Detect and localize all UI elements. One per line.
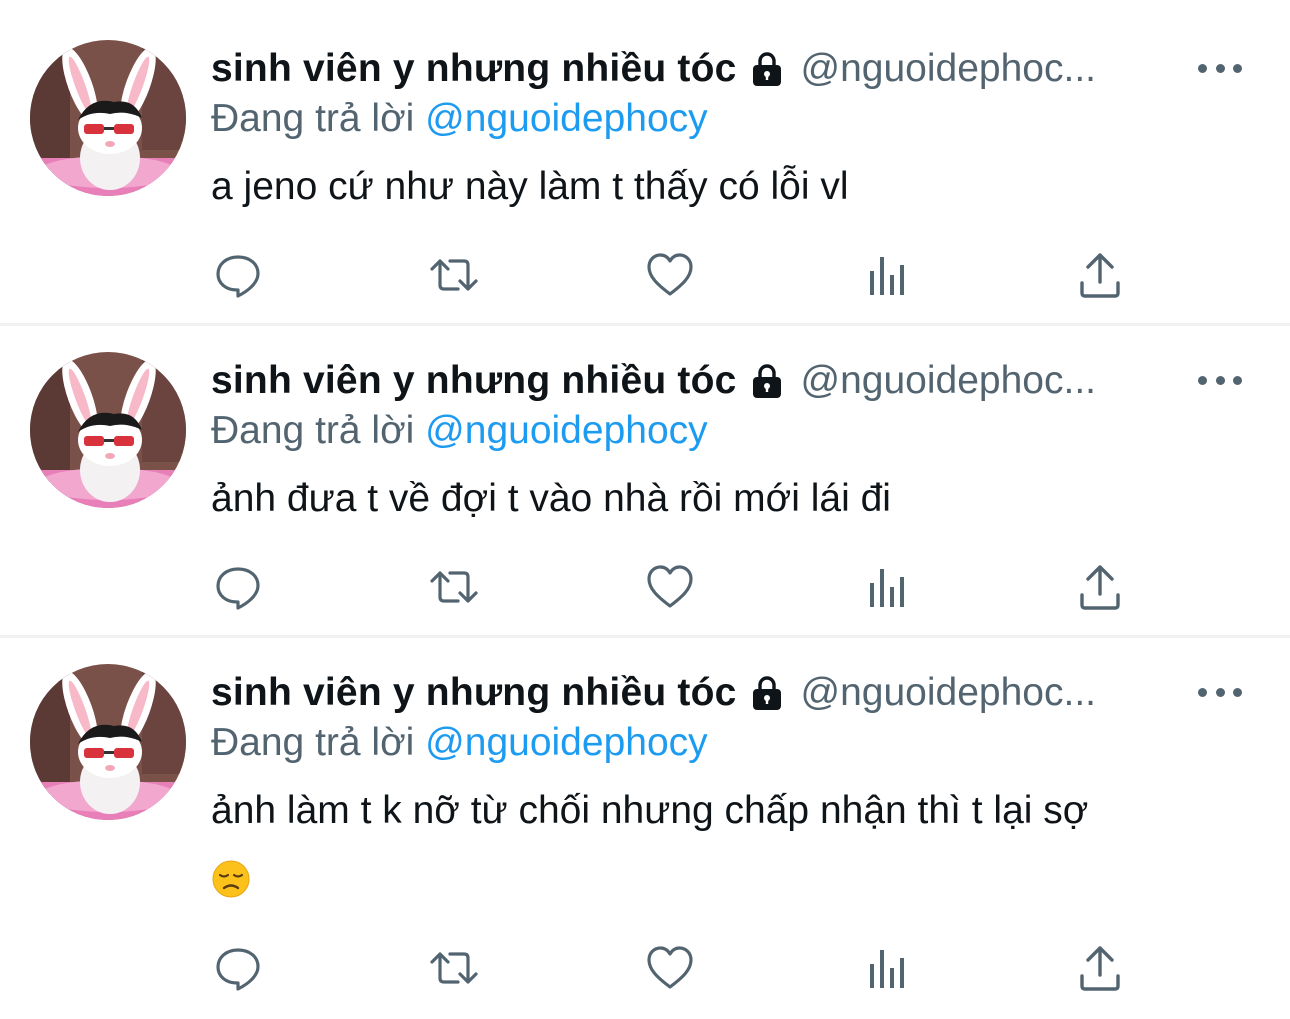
user-handle[interactable]: @nguoidephoc...: [801, 47, 1096, 91]
retweet-button[interactable]: [424, 245, 484, 305]
like-button[interactable]: [640, 557, 700, 617]
tweet-header: sinh viên y nhưng nhiều tóc @nguoidephoc…: [211, 668, 1180, 718]
disappointed-face-emoji: [211, 859, 251, 899]
more-icon-dot: [1233, 375, 1242, 385]
retweet-icon: [430, 952, 478, 984]
heart-icon: [647, 565, 693, 608]
tweet-text: a jeno cứ như này làm t thấy có lỗi vl: [211, 154, 1230, 220]
views-button[interactable]: [856, 557, 916, 617]
display-name[interactable]: sinh viên y nhưng nhiều tóc: [211, 47, 737, 91]
replying-to-mention[interactable]: @nguoidephocy: [425, 409, 707, 452]
heart-icon: [647, 253, 693, 296]
avatar[interactable]: [30, 664, 186, 820]
bunny-avatar-image: [30, 40, 186, 196]
bunny-avatar-image: [30, 664, 186, 820]
tweet-text: ảnh làm t k nỡ từ chối nhưng chấp nhận t…: [211, 778, 1230, 910]
like-button[interactable]: [640, 938, 700, 998]
more-options-button[interactable]: [1198, 370, 1242, 390]
tweet-actions: [0, 557, 1290, 617]
display-name[interactable]: sinh viên y nhưng nhiều tóc: [211, 359, 737, 403]
more-icon-dot: [1233, 63, 1242, 73]
more-icon: [1198, 63, 1207, 73]
retweet-icon: [430, 259, 478, 291]
more-icon-dot: [1215, 687, 1225, 697]
share-icon: [1080, 946, 1120, 991]
more-icon: [1198, 687, 1207, 697]
replying-to-label: Đang trả lời: [211, 97, 415, 140]
share-icon: [1080, 565, 1120, 610]
tweet-header: sinh viên y nhưng nhiều tóc @nguoidephoc…: [211, 356, 1180, 406]
tweet-text-body: ảnh đưa t về đợi t vào nhà rồi mới lái đ…: [211, 477, 891, 520]
more-options-button[interactable]: [1198, 682, 1242, 702]
avatar[interactable]: [30, 352, 186, 508]
reply-icon: [216, 255, 260, 298]
lock-icon: [747, 673, 787, 713]
replying-to: Đang trả lời @nguoidephocy: [211, 406, 708, 456]
retweet-button[interactable]: [424, 938, 484, 998]
lock-icon: [747, 49, 787, 89]
tweet[interactable]: sinh viên y nhưng nhiều tóc @nguoidephoc…: [0, 0, 1290, 326]
share-button[interactable]: [1070, 938, 1130, 998]
replying-to-mention[interactable]: @nguoidephocy: [425, 97, 707, 140]
bunny-avatar-image: [30, 352, 186, 508]
reply-button[interactable]: [208, 557, 268, 617]
more-icon: [1198, 375, 1207, 385]
views-button[interactable]: [856, 245, 916, 305]
analytics-icon: [870, 569, 904, 607]
replying-to-mention[interactable]: @nguoidephocy: [425, 721, 707, 764]
more-options-button[interactable]: [1198, 58, 1242, 78]
replying-to-label: Đang trả lời: [211, 409, 415, 452]
retweet-button[interactable]: [424, 557, 484, 617]
lock-icon: [747, 361, 787, 401]
tweet[interactable]: sinh viên y nhưng nhiều tóc @nguoidephoc…: [0, 326, 1290, 638]
display-name[interactable]: sinh viên y nhưng nhiều tóc: [211, 671, 737, 715]
replying-to: Đang trả lời @nguoidephocy: [211, 718, 708, 768]
tweet-text-body: a jeno cứ như này làm t thấy có lỗi vl: [211, 165, 849, 208]
reply-button[interactable]: [208, 938, 268, 998]
reply-icon: [216, 567, 260, 610]
user-handle[interactable]: @nguoidephoc...: [801, 359, 1096, 403]
replying-to: Đang trả lời @nguoidephocy: [211, 94, 708, 144]
retweet-icon: [430, 571, 478, 603]
tweet-text-body: ảnh làm t k nỡ từ chối nhưng chấp nhận t…: [211, 789, 1089, 832]
more-icon-dot: [1215, 63, 1225, 73]
more-icon-dot: [1233, 687, 1242, 697]
tweet-text: ảnh đưa t về đợi t vào nhà rồi mới lái đ…: [211, 466, 1230, 532]
views-button[interactable]: [856, 938, 916, 998]
user-handle[interactable]: @nguoidephoc...: [801, 671, 1096, 715]
replying-to-label: Đang trả lời: [211, 721, 415, 764]
share-button[interactable]: [1070, 245, 1130, 305]
share-button[interactable]: [1070, 557, 1130, 617]
analytics-icon: [870, 950, 904, 988]
tweet-actions: [0, 938, 1290, 998]
heart-icon: [647, 946, 693, 989]
analytics-icon: [870, 257, 904, 295]
tweet[interactable]: sinh viên y nhưng nhiều tóc @nguoidephoc…: [0, 638, 1290, 1019]
tweet-actions: [0, 245, 1290, 305]
avatar[interactable]: [30, 40, 186, 196]
share-icon: [1080, 253, 1120, 298]
reply-button[interactable]: [208, 245, 268, 305]
tweet-header: sinh viên y nhưng nhiều tóc @nguoidephoc…: [211, 44, 1180, 94]
more-icon-dot: [1215, 375, 1225, 385]
reply-icon: [216, 948, 260, 991]
like-button[interactable]: [640, 245, 700, 305]
